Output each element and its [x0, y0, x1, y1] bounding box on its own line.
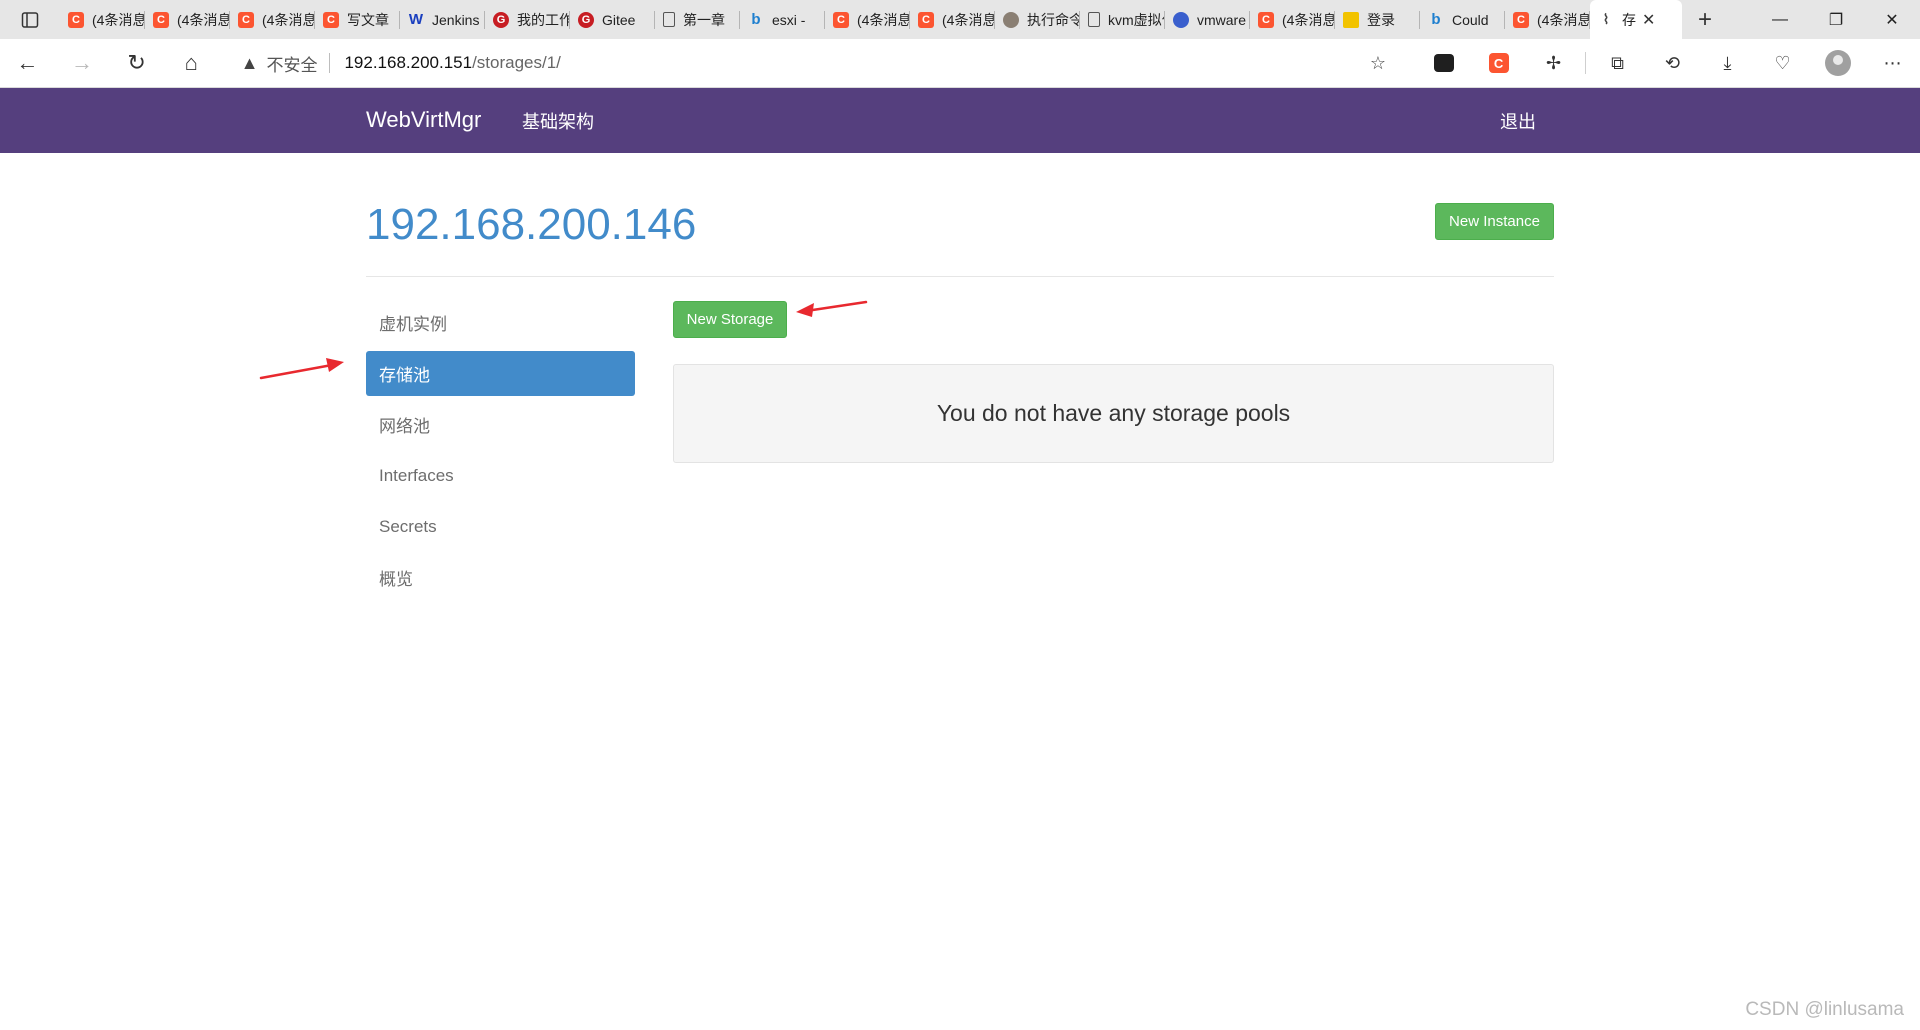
annotation-arrow-sidebar-item: [259, 358, 344, 380]
annotation-arrow-storage-button: [796, 300, 868, 317]
annotation-arrows: [259, 300, 868, 380]
watermark: CSDN @linlusama: [1745, 999, 1904, 1020]
